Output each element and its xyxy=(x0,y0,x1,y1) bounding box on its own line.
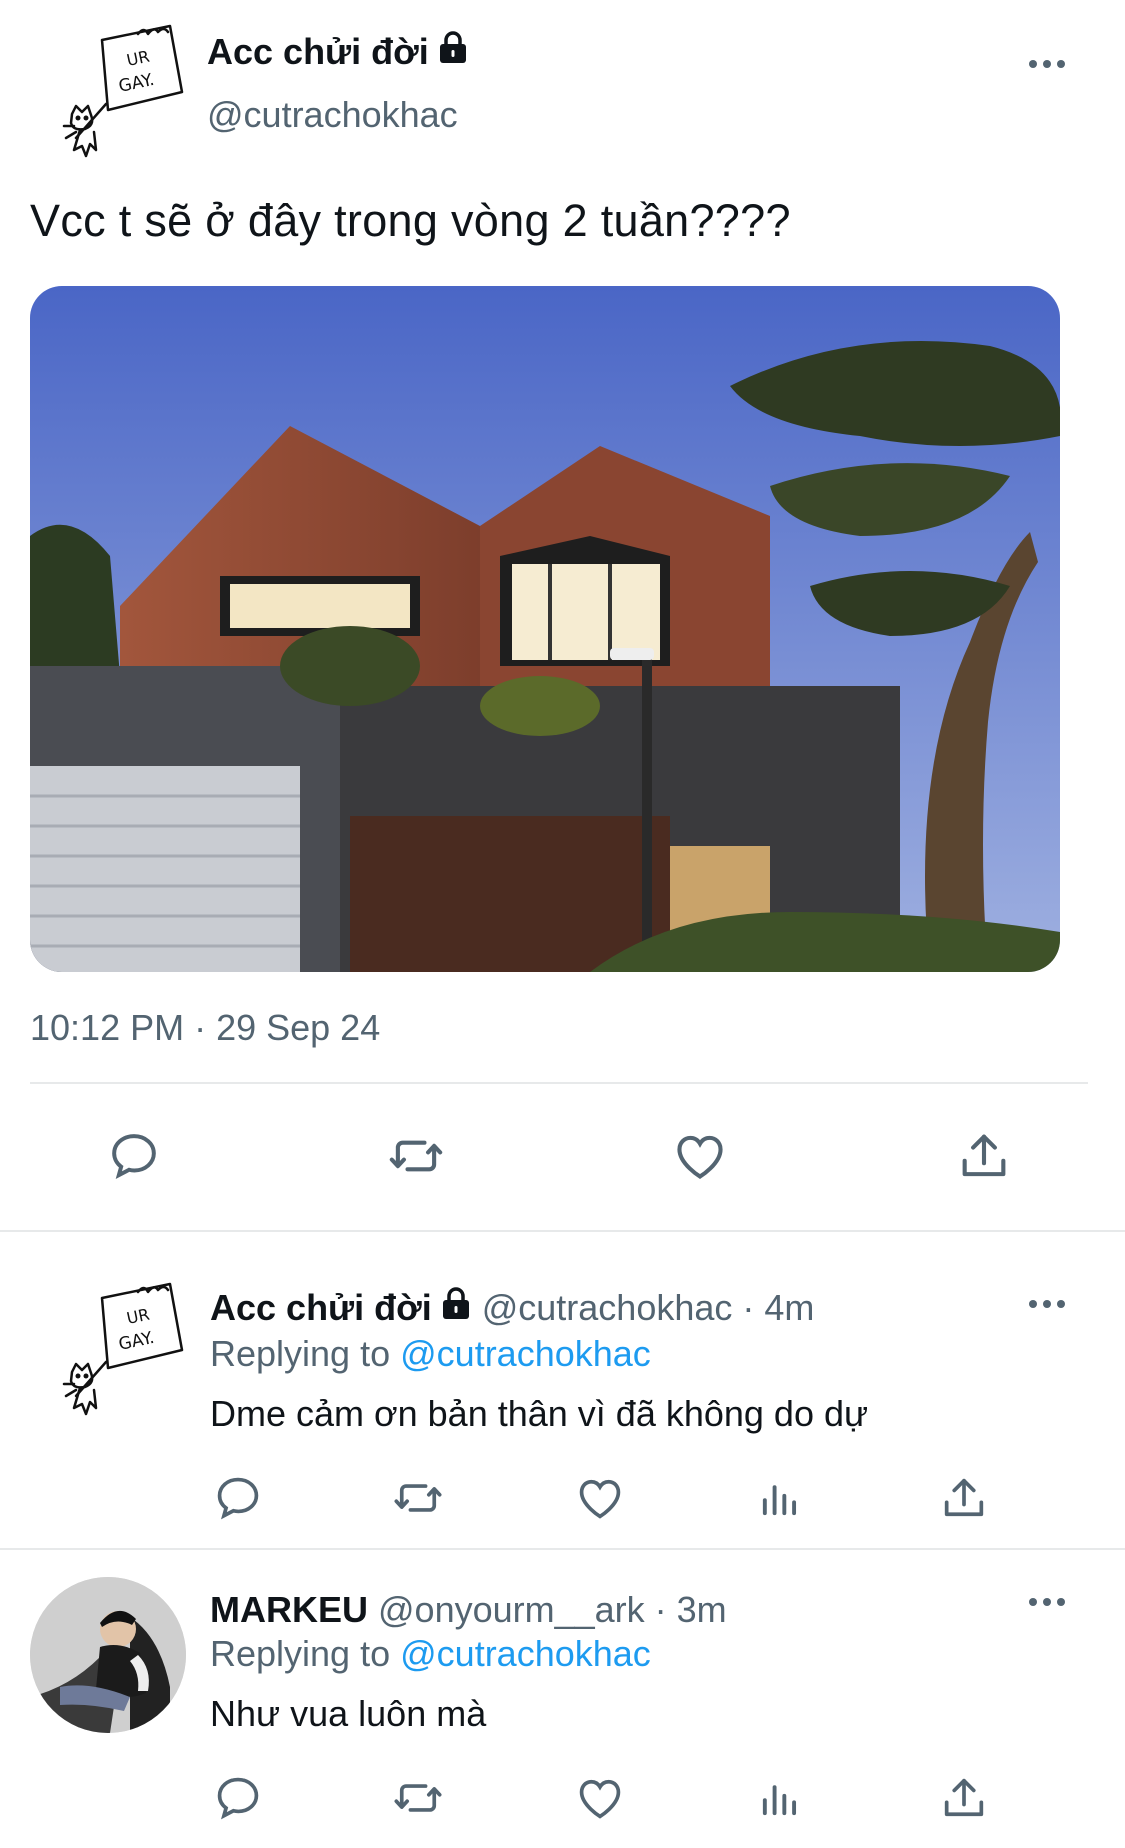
display-name[interactable]: MARKEU xyxy=(210,1589,368,1631)
share-icon[interactable] xyxy=(936,1470,992,1526)
tweet-photo[interactable] xyxy=(30,286,1060,972)
replying-mention-link[interactable]: @cutrachokhac xyxy=(400,1633,651,1674)
divider xyxy=(0,1230,1125,1232)
replying-to: Replying to @cutrachokhac xyxy=(210,1333,651,1375)
reply-icon[interactable] xyxy=(102,1124,166,1188)
replying-label: Replying to xyxy=(210,1333,391,1374)
tweet-text: Vcc t sẽ ở đây trong vòng 2 tuần???? xyxy=(30,195,791,246)
retweet-icon[interactable] xyxy=(390,1770,446,1826)
author-handle[interactable]: @cutrachokhac xyxy=(482,1287,733,1329)
more-options-icon[interactable] xyxy=(1029,1300,1065,1308)
reply-text: Như vua luôn mà xyxy=(210,1693,487,1734)
avatar[interactable] xyxy=(30,1577,186,1733)
divider xyxy=(0,1548,1125,1550)
retweet-icon[interactable] xyxy=(390,1470,446,1526)
share-icon[interactable] xyxy=(952,1124,1016,1188)
reply-time: · 3m xyxy=(654,1589,727,1630)
house-photo-illustration xyxy=(30,286,1060,972)
avatar-photo-illustration xyxy=(30,1577,186,1733)
display-name[interactable]: Acc chửi đời xyxy=(210,1287,432,1329)
svg-text:GAY.: GAY. xyxy=(117,70,156,97)
like-icon[interactable] xyxy=(572,1770,628,1826)
more-options-icon[interactable] xyxy=(1029,60,1065,68)
svg-text:UR: UR xyxy=(125,1305,151,1328)
reply-icon[interactable] xyxy=(210,1470,266,1526)
avatar[interactable]: UR GAY. xyxy=(50,1276,190,1421)
replying-mention-link[interactable]: @cutrachokhac xyxy=(400,1333,651,1374)
replying-to: Replying to @cutrachokhac xyxy=(210,1633,651,1675)
lock-icon xyxy=(437,30,469,73)
display-name[interactable]: Acc chửi đời xyxy=(207,31,429,73)
reply-icon[interactable] xyxy=(210,1770,266,1826)
lock-icon xyxy=(440,1286,472,1329)
avatar-sketch-icon: UR GAY. xyxy=(62,24,184,158)
reply-text: Dme cảm ơn bản thân vì đã không do dự xyxy=(210,1393,869,1434)
retweet-icon[interactable] xyxy=(384,1124,448,1188)
avatar[interactable]: UR GAY. xyxy=(50,18,190,163)
divider xyxy=(30,1082,1088,1084)
like-icon[interactable] xyxy=(572,1470,628,1526)
author-name-row[interactable]: Acc chửi đời xyxy=(207,30,469,73)
analytics-icon[interactable] xyxy=(752,1470,808,1526)
like-icon[interactable] xyxy=(668,1124,732,1188)
author-handle[interactable]: @onyourm__ark xyxy=(378,1589,645,1631)
author-handle[interactable]: @cutrachokhac xyxy=(207,94,458,136)
svg-text:UR: UR xyxy=(125,47,151,70)
analytics-icon[interactable] xyxy=(752,1770,808,1826)
replying-label: Replying to xyxy=(210,1633,391,1674)
reply-header[interactable]: MARKEU @onyourm__ark · 3m xyxy=(210,1589,727,1631)
avatar-sketch-icon: UR GAY. xyxy=(62,1282,184,1416)
more-options-icon[interactable] xyxy=(1029,1598,1065,1606)
share-icon[interactable] xyxy=(936,1770,992,1826)
svg-text:GAY.: GAY. xyxy=(117,1328,156,1355)
tweet-timestamp[interactable]: 10:12 PM · 29 Sep 24 xyxy=(30,1007,380,1049)
reply-header[interactable]: Acc chửi đời @cutrachokhac · 4m xyxy=(210,1286,814,1329)
reply-time: · 4m xyxy=(742,1286,815,1328)
